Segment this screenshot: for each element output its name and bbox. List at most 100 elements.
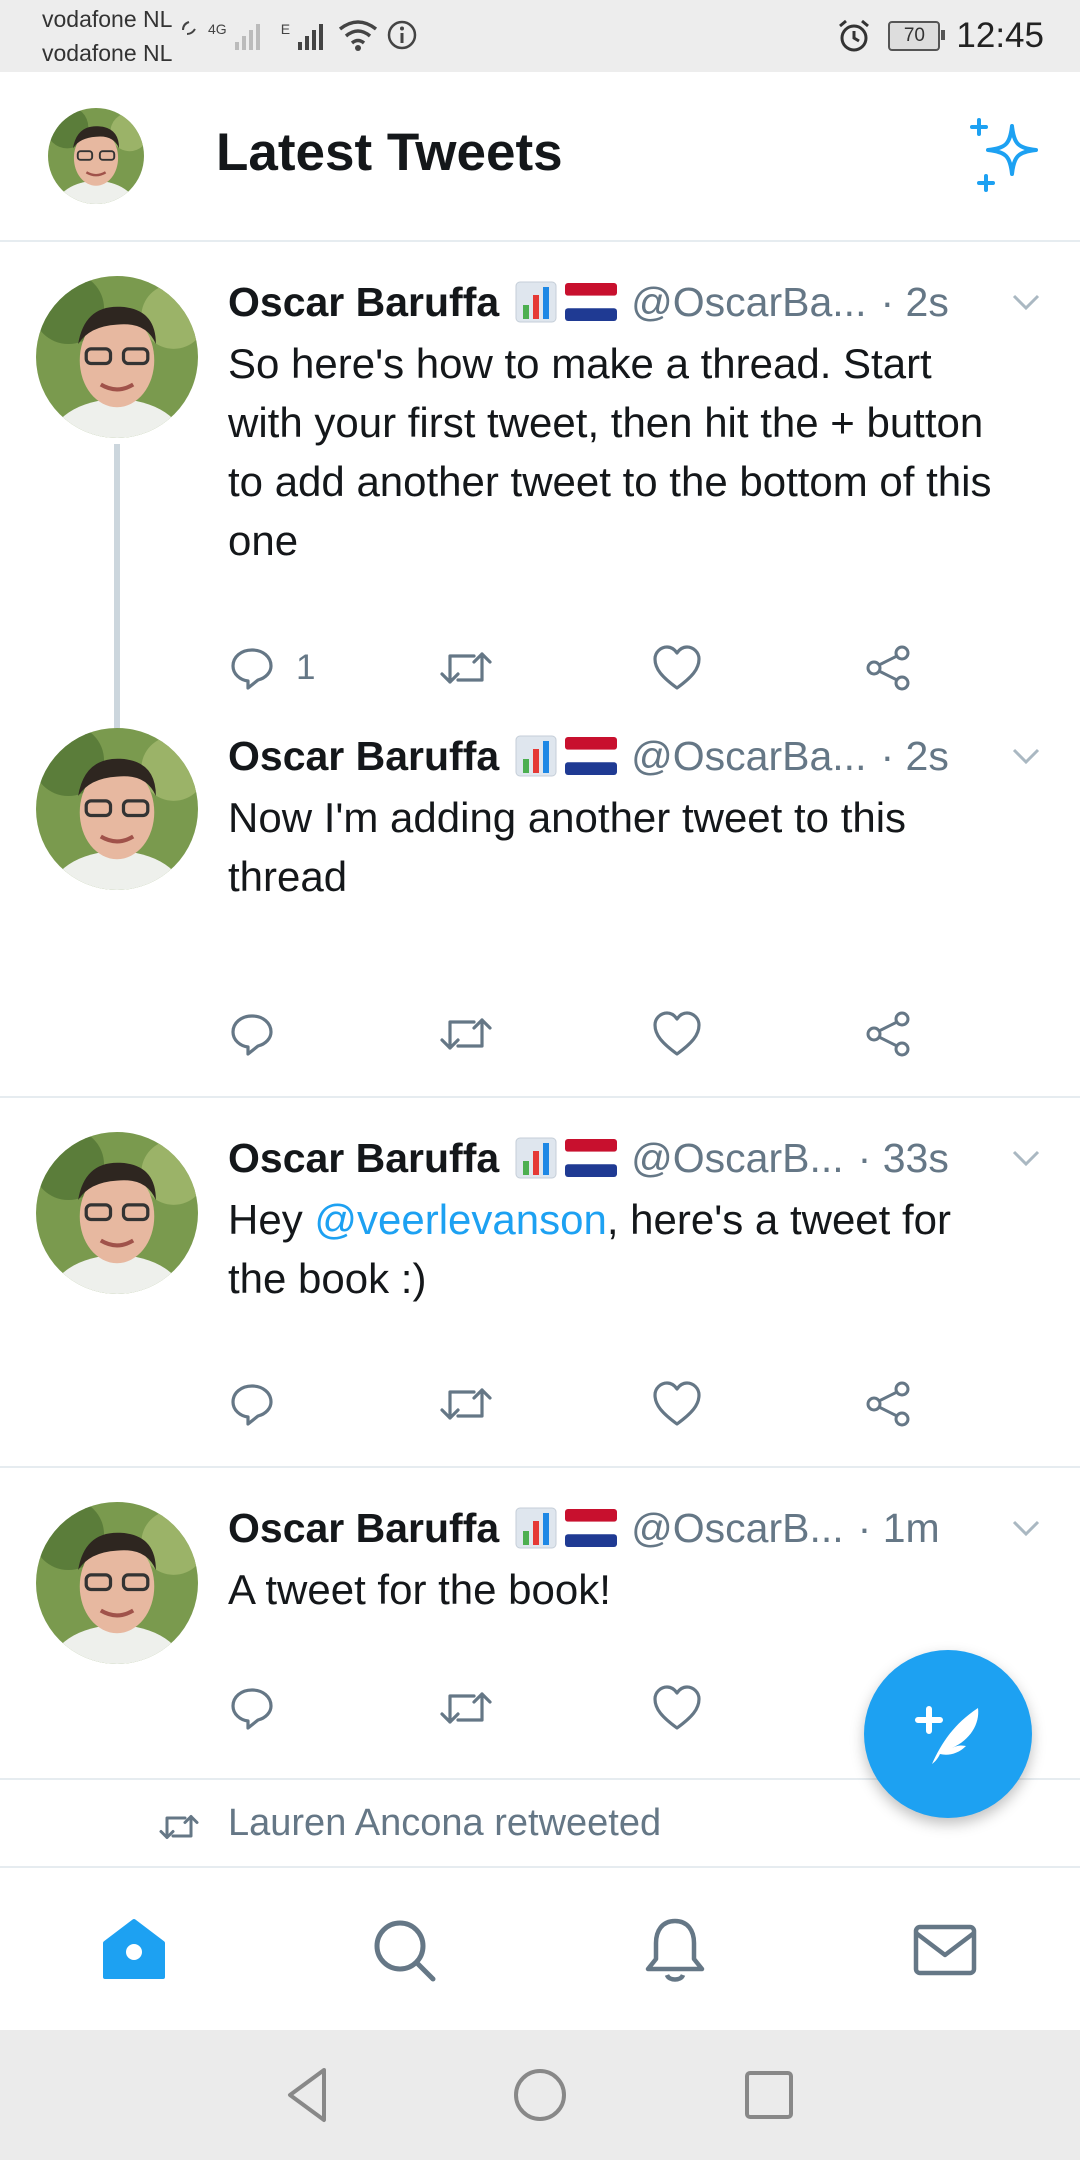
wifi-icon — [338, 20, 378, 51]
nav-notifications-tab[interactable] — [635, 1910, 715, 1990]
avatar — [48, 108, 144, 204]
info-icon — [387, 20, 417, 50]
nav-home-tab[interactable] — [94, 1910, 174, 1990]
heart-icon — [653, 645, 701, 690]
like-button[interactable] — [652, 1004, 702, 1064]
reply-button[interactable] — [228, 1004, 276, 1064]
tweet-item[interactable]: Oscar Baruffa @OscarBa... · 2s Now I'm a… — [0, 728, 1080, 1068]
author-avatar[interactable] — [36, 1132, 198, 1294]
reply-icon — [231, 1688, 273, 1730]
status-right: 70 12:45 — [836, 10, 1044, 62]
retweet-button[interactable] — [438, 1374, 494, 1434]
tweet-text: Hey @veerlevanson, here's a tweet for th… — [228, 1190, 1008, 1308]
author-name[interactable]: Oscar Baruffa — [228, 279, 499, 326]
tweet-item[interactable]: Oscar Baruffa @OscarB... · 33s Hey @veer… — [0, 1098, 1080, 1468]
author-avatar[interactable] — [36, 276, 198, 438]
chevron-down-icon[interactable] — [1008, 738, 1044, 774]
author-handle: @OscarB... — [631, 1134, 844, 1181]
tweet-text: So here's how to make a thread. Start wi… — [228, 340, 992, 564]
like-button[interactable] — [652, 1678, 702, 1738]
home-icon — [103, 1919, 165, 1979]
share-button[interactable] — [864, 1374, 912, 1434]
author-avatar[interactable] — [36, 728, 198, 890]
like-button[interactable] — [652, 638, 702, 698]
signal-bars-icon — [234, 24, 260, 50]
mention-link[interactable]: @veerlevanson — [314, 1196, 606, 1243]
author-handle: @OscarBa... — [631, 278, 867, 325]
retweet-icon — [159, 1815, 199, 1839]
retweet-button[interactable] — [438, 638, 494, 698]
clock: 12:45 — [956, 16, 1044, 55]
tweet-header: Oscar Baruffa @OscarBa... · 2s — [228, 728, 1040, 784]
system-navigation-bar — [0, 2030, 1080, 2160]
reply-icon — [231, 1384, 273, 1426]
retweet-icon — [440, 1692, 492, 1724]
reply-count: 1 — [296, 648, 316, 687]
avatar — [36, 728, 198, 890]
bell-icon — [645, 1918, 705, 1982]
nav-messages-tab[interactable] — [905, 1910, 985, 1990]
carrier-name: vodafone NL — [42, 6, 173, 32]
chevron-down-icon[interactable] — [1008, 1140, 1044, 1176]
reply-button[interactable] — [228, 1678, 276, 1738]
signal-bars-icon-2 — [298, 24, 324, 50]
bar-chart-emoji-icon — [515, 1137, 557, 1179]
retweet-button[interactable] — [438, 1678, 494, 1738]
nav-search-tab[interactable] — [364, 1910, 444, 1990]
share-button[interactable] — [864, 1004, 912, 1064]
profile-avatar-button[interactable] — [48, 108, 144, 204]
battery-indicator: 70 — [888, 21, 946, 51]
retweet-button[interactable] — [438, 1004, 494, 1064]
chevron-down-icon[interactable] — [1008, 284, 1044, 320]
mail-icon — [913, 1924, 977, 1976]
tweet-timestamp: · 1m — [857, 1504, 940, 1551]
reply-button[interactable]: 1 — [228, 638, 315, 698]
top-app-bar: Latest Tweets — [0, 72, 1080, 242]
author-name[interactable]: Oscar Baruffa — [228, 1505, 499, 1552]
author-handle: @OscarBa... — [631, 732, 867, 779]
avatar — [36, 276, 198, 438]
share-icon — [866, 1381, 910, 1427]
bottom-navigation — [0, 1866, 1080, 2032]
thread-connector — [114, 444, 120, 748]
author-handle: @OscarB... — [631, 1504, 844, 1551]
tweet-header: Oscar Baruffa @OscarB... · 1m — [228, 1500, 1040, 1556]
network-type-label: 4G — [208, 21, 227, 37]
netherlands-flag-icon — [565, 1139, 618, 1177]
retweet-notice-text: Lauren Ancona retweeted — [228, 1802, 662, 1844]
avatar — [36, 1132, 198, 1294]
avatar — [36, 1502, 198, 1664]
tweet-item[interactable]: Oscar Baruffa @OscarBa... · 2s So here's… — [0, 242, 1080, 748]
tweet-text-start: Hey — [228, 1196, 315, 1243]
netherlands-flag-icon — [565, 1509, 618, 1547]
recents-icon[interactable] — [736, 2062, 802, 2128]
network-indicators: 4G E — [178, 12, 418, 58]
reply-icon — [231, 1014, 273, 1056]
retweet-icon — [440, 1018, 492, 1050]
author-avatar[interactable] — [36, 1502, 198, 1664]
compose-tweet-button[interactable] — [864, 1650, 1032, 1818]
heart-icon — [653, 1381, 701, 1426]
retweet-icon — [440, 1388, 492, 1420]
tweet-header: Oscar Baruffa @OscarB... · 33s — [228, 1130, 1040, 1186]
chevron-down-icon[interactable] — [1008, 1510, 1044, 1546]
back-icon[interactable] — [276, 2062, 342, 2128]
author-name[interactable]: Oscar Baruffa — [228, 1135, 499, 1182]
wifi-call-icon — [182, 21, 196, 35]
share-button[interactable] — [864, 638, 912, 698]
alarm-icon — [839, 19, 870, 52]
tweet-actions — [228, 1374, 948, 1434]
heart-icon — [653, 1011, 701, 1056]
heart-icon — [653, 1685, 701, 1730]
tweet-text: Now I'm adding another tweet to this thr… — [228, 794, 907, 900]
reply-button[interactable] — [228, 1374, 276, 1434]
status-bar: vodafone NL vodafone NL 4G E 70 12:45 — [0, 0, 1080, 72]
netherlands-flag-icon — [565, 737, 618, 775]
sparkle-icon[interactable] — [968, 118, 1044, 194]
like-button[interactable] — [652, 1374, 702, 1434]
carrier-name-secondary: vodafone NL — [42, 40, 173, 66]
author-name[interactable]: Oscar Baruffa — [228, 733, 499, 780]
page-title: Latest Tweets — [216, 123, 563, 182]
home-circle-icon[interactable] — [507, 2062, 573, 2128]
share-icon — [866, 645, 910, 691]
